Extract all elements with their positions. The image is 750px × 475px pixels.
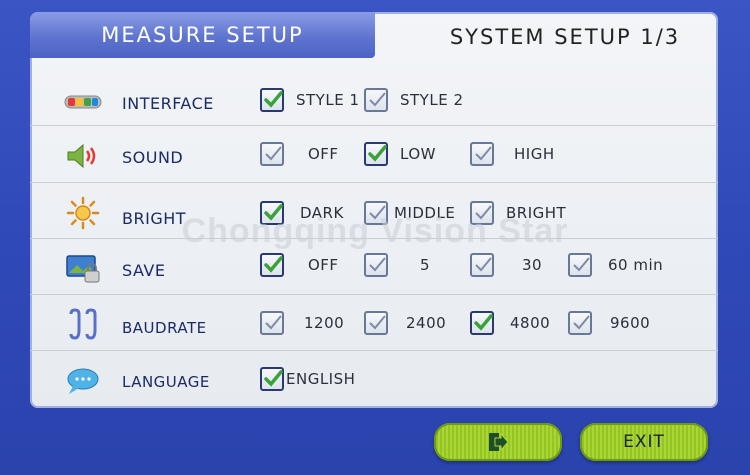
checkbox-unchecked[interactable] <box>364 253 388 277</box>
checkbox-checked[interactable] <box>364 142 388 166</box>
tab-system-setup-label: SYSTEM SETUP 1/3 <box>449 25 681 49</box>
checkbox-unchecked[interactable] <box>364 311 388 335</box>
tab-system-setup[interactable]: SYSTEM SETUP 1/3 <box>425 20 705 54</box>
option-label: DARK <box>300 204 344 222</box>
checkbox-unchecked[interactable] <box>364 88 388 112</box>
option-style-1[interactable]: STYLE 1 <box>260 86 360 114</box>
option-label: STYLE 2 <box>400 91 464 109</box>
check-icon <box>475 146 492 161</box>
check-icon <box>264 370 283 387</box>
check-icon <box>573 257 590 272</box>
check-icon <box>474 314 493 331</box>
option-baud-2400[interactable]: 2400 <box>364 309 446 337</box>
option-label: 4800 <box>510 314 551 332</box>
next-page-arrow-icon <box>489 432 509 452</box>
option-bright-dark[interactable]: DARK <box>260 199 344 227</box>
battery-bars-icon <box>64 86 102 118</box>
check-icon <box>369 315 386 330</box>
option-label: STYLE 1 <box>296 91 360 109</box>
exit-button-label: EXIT <box>623 432 665 452</box>
checkbox-unchecked[interactable] <box>260 311 284 335</box>
row-bright: BRIGHT DARK MIDDLE BRIGHT <box>30 182 718 239</box>
option-label: MIDDLE <box>394 204 456 222</box>
check-icon <box>264 256 283 273</box>
row-baudrate: BAUDRATE 1200 2400 4800 9600 <box>30 294 718 351</box>
option-baud-1200[interactable]: 1200 <box>260 309 344 337</box>
option-save-30[interactable]: 30 <box>470 251 542 279</box>
screen-lock-icon <box>64 253 102 285</box>
checkbox-checked[interactable] <box>260 253 284 277</box>
tab-measure-setup[interactable]: MEASURE SETUP <box>30 12 375 58</box>
language-label: LANGUAGE <box>122 373 210 391</box>
settings-panel: MEASURE SETUP SYSTEM SETUP 1/3 INTERFACE… <box>30 12 718 408</box>
interface-label: INTERFACE <box>122 94 214 113</box>
row-sound: SOUND OFF LOW HIGH <box>30 125 718 182</box>
sun-icon <box>64 196 102 230</box>
option-bright-middle[interactable]: MIDDLE <box>364 199 455 227</box>
exit-button[interactable]: EXIT <box>580 423 708 461</box>
option-label: LOW <box>400 145 436 163</box>
option-label: OFF <box>308 145 339 163</box>
next-page-button[interactable] <box>434 423 562 461</box>
option-label: 9600 <box>610 314 651 332</box>
sound-label: SOUND <box>122 148 184 167</box>
check-icon <box>368 145 387 162</box>
option-label: 5 <box>420 256 431 274</box>
check-icon <box>264 204 283 221</box>
option-style-2[interactable]: STYLE 2 <box>364 86 464 114</box>
check-icon <box>475 205 492 220</box>
check-icon <box>264 91 283 108</box>
option-save-off[interactable]: OFF <box>260 251 339 279</box>
tab-measure-setup-label: MEASURE SETUP <box>101 23 304 47</box>
option-save-60-min[interactable]: 60 min <box>568 251 663 279</box>
row-language: LANGUAGE ENGLISH <box>30 350 718 407</box>
check-icon <box>369 257 386 272</box>
option-label: 60 min <box>608 256 664 274</box>
option-sound-high[interactable]: HIGH <box>470 140 555 168</box>
row-save: SAVE OFF 5 30 60 min <box>30 238 718 295</box>
checkbox-checked[interactable] <box>260 88 284 112</box>
option-label: BRIGHT <box>506 204 567 222</box>
check-icon <box>369 92 386 107</box>
speaker-icon <box>64 140 102 172</box>
baudrate-label: BAUDRATE <box>122 319 207 337</box>
option-label: OFF <box>308 256 339 274</box>
checkbox-checked[interactable] <box>470 311 494 335</box>
checkbox-unchecked[interactable] <box>260 142 284 166</box>
option-bright-bright[interactable]: BRIGHT <box>470 199 566 227</box>
save-label: SAVE <box>122 261 166 280</box>
option-label: HIGH <box>514 145 555 163</box>
checkbox-unchecked[interactable] <box>568 311 592 335</box>
check-icon <box>265 315 282 330</box>
checkbox-unchecked[interactable] <box>470 253 494 277</box>
check-icon <box>475 257 492 272</box>
row-interface: INTERFACE STYLE 1 STYLE 2 <box>30 72 718 128</box>
checkbox-checked[interactable] <box>260 367 284 391</box>
option-sound-low[interactable]: LOW <box>364 140 436 168</box>
checkbox-unchecked[interactable] <box>470 201 494 225</box>
option-label: ENGLISH <box>286 370 356 388</box>
bright-label: BRIGHT <box>122 209 187 228</box>
speech-bubble-icon <box>64 365 102 397</box>
check-icon <box>369 205 386 220</box>
checkbox-checked[interactable] <box>260 201 284 225</box>
checkbox-unchecked[interactable] <box>470 142 494 166</box>
option-sound-off[interactable]: OFF <box>260 140 339 168</box>
checkbox-unchecked[interactable] <box>364 201 388 225</box>
checkbox-unchecked[interactable] <box>568 253 592 277</box>
option-baud-9600[interactable]: 9600 <box>568 309 650 337</box>
connector-icon <box>64 308 102 341</box>
check-icon <box>265 146 282 161</box>
option-label: 2400 <box>406 314 447 332</box>
option-label: 30 <box>522 256 543 274</box>
option-language-english[interactable]: ENGLISH <box>260 365 355 393</box>
option-label: 1200 <box>304 314 345 332</box>
option-save-5[interactable]: 5 <box>364 251 430 279</box>
check-icon <box>573 315 590 330</box>
option-baud-4800[interactable]: 4800 <box>470 309 550 337</box>
